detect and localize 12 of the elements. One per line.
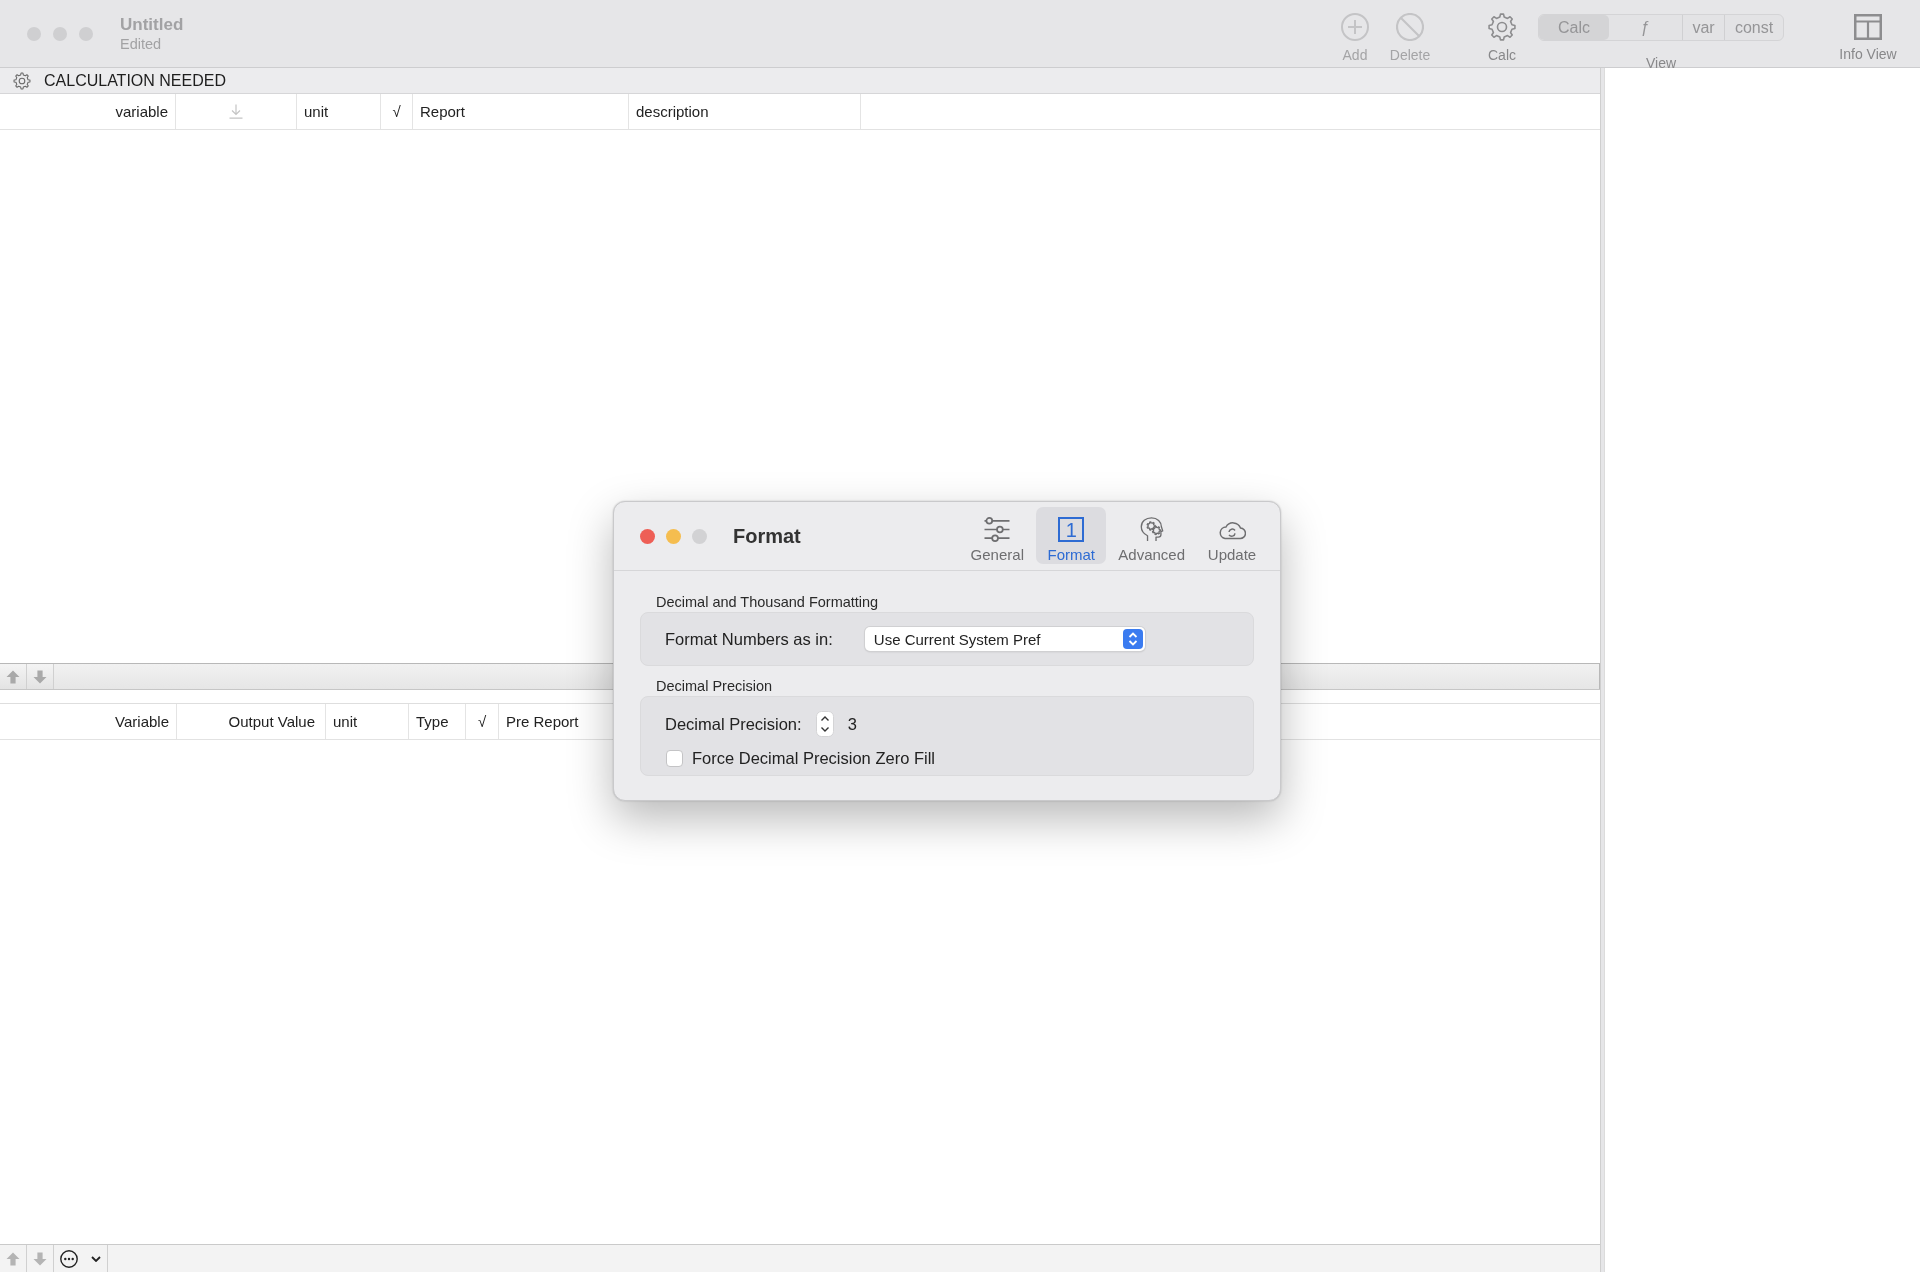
view-label: View [1645,55,1677,72]
field-label: Format Numbers as in: [665,629,833,649]
dialog-title: Format [733,524,801,548]
precision-value: 3 [847,714,857,734]
window-subtitle: Edited [120,35,162,53]
window-title: Untitled [120,15,184,35]
checkbox-label: Force Decimal Precision Zero Fill [692,748,935,768]
status-text: CALCULATION NEEDED [44,71,226,90]
field-label: Decimal Precision: [665,714,802,734]
section-heading: Decimal Precision [656,677,773,695]
number-icon: 1 [1058,517,1085,542]
section-heading: Decimal and Thousand Formatting [656,593,879,611]
